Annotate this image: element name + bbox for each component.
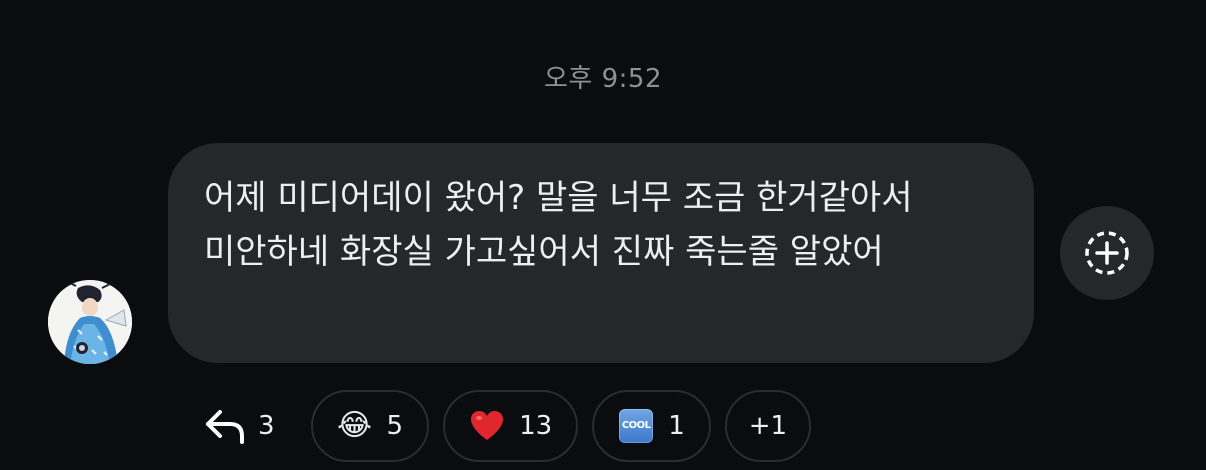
reply-icon xyxy=(206,410,244,444)
reaction-count: 13 xyxy=(519,411,553,441)
message-text: 어제 미디어데이 왔어? 말을 너무 조금 한거같아서 미안하네 화장실 가고싶… xyxy=(204,178,924,272)
message-bubble[interactable]: 어제 미디어데이 왔어? 말을 너무 조금 한거같아서 미안하네 화장실 가고싶… xyxy=(168,143,1034,363)
avatar-illustration xyxy=(48,280,132,364)
reply-count: 3 xyxy=(258,411,275,441)
reaction-count: 5 xyxy=(386,411,404,441)
reaction-laughing-tears[interactable]: 😂 5 xyxy=(310,390,430,462)
reactions-row: 3 😂 5 13 COOL 1 +1 xyxy=(196,388,825,464)
reaction-red-heart[interactable]: 13 xyxy=(443,390,579,462)
red-heart-icon xyxy=(469,408,505,444)
reaction-count: 1 xyxy=(668,411,685,441)
more-reactions-button[interactable]: +1 xyxy=(724,390,812,462)
avatar[interactable] xyxy=(48,280,132,364)
add-reaction-icon xyxy=(1085,231,1129,275)
more-reactions-label: +1 xyxy=(748,411,788,441)
cool-icon: COOL xyxy=(618,408,654,444)
message-timestamp: 오후 9:52 xyxy=(544,64,662,94)
add-reaction-button[interactable] xyxy=(1060,206,1154,300)
laughing-tears-icon: 😂 xyxy=(337,408,373,443)
reaction-cool[interactable]: COOL 1 xyxy=(592,390,711,462)
reply-count-button[interactable]: 3 xyxy=(196,388,285,464)
chat-view: 오후 9:52 어제 미디어데이 왔어? 말을 너무 조금 한거같아서 미안하네… xyxy=(0,0,1206,470)
